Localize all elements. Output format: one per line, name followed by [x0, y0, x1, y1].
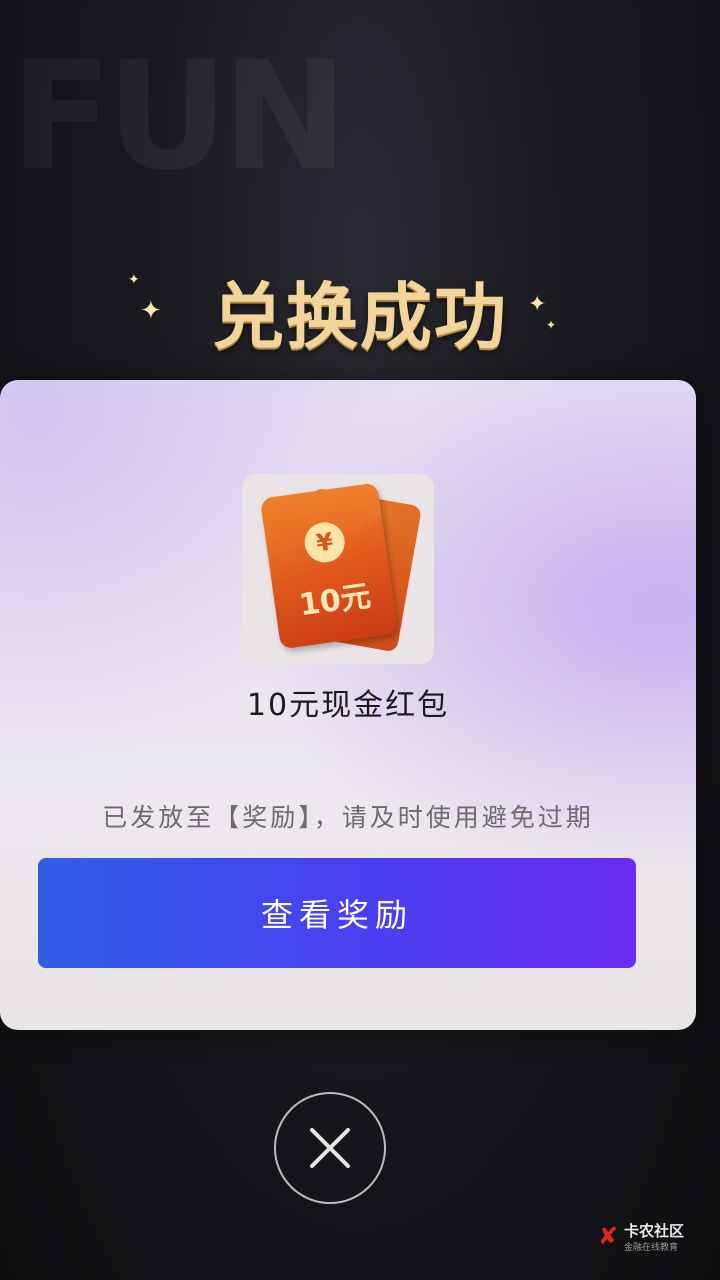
- close-button[interactable]: [274, 1092, 386, 1204]
- close-icon: [310, 1128, 350, 1168]
- reward-name: 10元现金红包: [246, 688, 450, 723]
- brand-logo-icon: ✘: [598, 1222, 619, 1250]
- background-watermark: FUN: [10, 30, 348, 204]
- success-title: 兑换成功: [211, 275, 508, 359]
- reward-notice: 已发放至【奖励】，请及时使用避免过期: [102, 803, 594, 832]
- brand-subtitle: 金融在线教育: [624, 1243, 679, 1253]
- view-rewards-button[interactable]: 查看奖励: [38, 858, 636, 968]
- brand-watermark: ✘ 卡农社区 金融在线教育: [598, 1220, 708, 1260]
- envelope-amount: 10元: [296, 578, 373, 624]
- red-envelope-icon: ¥ 10元: [259, 482, 399, 650]
- brand-name: 卡农社区: [624, 1222, 685, 1240]
